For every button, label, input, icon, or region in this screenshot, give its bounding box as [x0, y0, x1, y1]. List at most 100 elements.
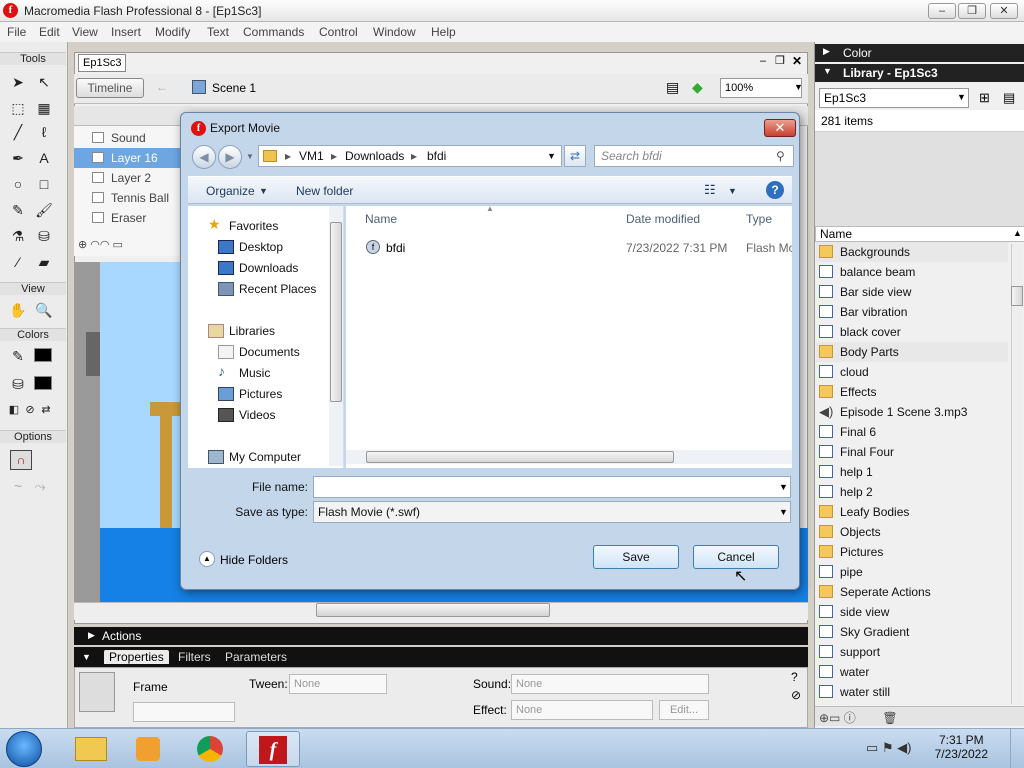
free-transform-tool-icon[interactable]: ⬚: [8, 98, 28, 118]
hand-tool-icon[interactable]: ✋: [8, 300, 28, 320]
tab-parameters[interactable]: Parameters: [225, 650, 287, 664]
start-button[interactable]: [6, 731, 42, 767]
stage-hscroll-thumb[interactable]: [316, 603, 550, 617]
library-item[interactable]: Final Four: [816, 442, 1008, 462]
maximize-button[interactable]: ❐: [958, 3, 986, 19]
accessibility-icon[interactable]: ⊘: [791, 688, 801, 702]
edit-effect-button[interactable]: Edit...: [659, 700, 709, 720]
gradient-transform-tool-icon[interactable]: ▦: [34, 98, 54, 118]
pencil-tool-icon[interactable]: ✎: [8, 200, 28, 220]
file-name-cell[interactable]: bfdi: [386, 241, 405, 255]
library-vscrollbar[interactable]: [1011, 244, 1023, 704]
library-item[interactable]: pipe: [816, 562, 1008, 582]
library-item[interactable]: black cover: [816, 322, 1008, 342]
edit-symbols-icon[interactable]: ◆: [692, 79, 703, 96]
breadcrumb-downloads[interactable]: Downloads: [345, 149, 404, 163]
rectangle-tool-icon[interactable]: □: [34, 174, 54, 194]
library-panel-header[interactable]: Library - Ep1Sc3: [815, 64, 1024, 82]
new-library-panel-icon[interactable]: ▤: [1003, 90, 1015, 106]
properties-collapse-icon[interactable]: ▼: [82, 652, 91, 662]
doc-close-icon[interactable]: ✕: [792, 54, 802, 68]
library-item[interactable]: Objects: [816, 522, 1008, 542]
timeline-button[interactable]: Timeline: [76, 78, 144, 98]
pin-library-icon[interactable]: ⊞: [979, 90, 990, 106]
organize-button[interactable]: Organize: [206, 184, 255, 198]
views-dropdown-icon[interactable]: ▼: [728, 186, 737, 196]
save-button[interactable]: Save: [593, 545, 679, 569]
library-item[interactable]: Sky Gradient: [816, 622, 1008, 642]
subselection-tool-icon[interactable]: ↖: [34, 72, 54, 92]
library-item[interactable]: Effects: [816, 382, 1008, 402]
tab-properties[interactable]: Properties: [104, 650, 169, 664]
sort-order-icon[interactable]: ▲: [1013, 228, 1022, 238]
new-folder-button[interactable]: New folder: [296, 184, 353, 198]
text-tool-icon[interactable]: A: [34, 148, 54, 168]
back-arrow-icon[interactable]: ←: [156, 80, 168, 94]
refresh-icon[interactable]: ⇄: [564, 145, 586, 167]
file-name-input[interactable]: [313, 476, 791, 498]
library-item[interactable]: balance beam: [816, 262, 1008, 282]
library-item[interactable]: water still: [816, 682, 1008, 702]
library-item[interactable]: Backgrounds: [816, 242, 1008, 262]
library-item[interactable]: Bar side view: [816, 282, 1008, 302]
frame-name-input[interactable]: [133, 702, 235, 722]
search-icon[interactable]: ⚲: [776, 149, 785, 163]
oval-tool-icon[interactable]: ○: [8, 174, 28, 194]
menu-help[interactable]: Help: [431, 25, 456, 39]
tween-select[interactable]: None: [289, 674, 387, 694]
swap-colors-icon[interactable]: ⇄: [36, 400, 56, 420]
layer-row[interactable]: Sound: [74, 128, 182, 148]
menu-control[interactable]: Control: [319, 25, 358, 39]
library-collapse-icon[interactable]: ▼: [823, 66, 832, 76]
nav-vscroll-thumb[interactable]: [330, 222, 342, 402]
edit-scene-icon[interactable]: ▤: [666, 79, 679, 96]
column-name[interactable]: Name: [365, 212, 397, 226]
eraser-tool-icon[interactable]: ▰: [34, 252, 54, 272]
nav-favorites[interactable]: ★ Favorites: [198, 216, 338, 236]
column-date-modified[interactable]: Date modified: [626, 212, 700, 226]
stroke-color-swatch[interactable]: [34, 348, 52, 362]
layer-row[interactable]: Tennis Ball: [74, 188, 182, 208]
fill-color-swatch[interactable]: [34, 376, 52, 390]
taskbar-clock[interactable]: 7:31 PM 7/23/2022: [935, 733, 988, 761]
media-player-taskbar-button[interactable]: [122, 731, 176, 767]
eyedropper-tool-icon[interactable]: ⁄: [8, 252, 28, 272]
hide-folders-icon[interactable]: ▲: [199, 551, 215, 567]
menu-file[interactable]: File: [7, 25, 26, 39]
library-item[interactable]: Bar vibration: [816, 302, 1008, 322]
doc-minimize-icon[interactable]: –: [760, 55, 766, 67]
actions-expand-icon[interactable]: ▶: [88, 630, 95, 641]
menu-edit[interactable]: Edit: [39, 25, 60, 39]
show-desktop-button[interactable]: [1010, 728, 1024, 768]
help-icon[interactable]: ?: [766, 181, 784, 199]
actions-panel-header[interactable]: Actions: [74, 627, 808, 645]
nav-libraries[interactable]: Libraries: [198, 321, 338, 341]
library-vscroll-thumb[interactable]: [1011, 286, 1023, 306]
menu-insert[interactable]: Insert: [111, 25, 141, 39]
flash-taskbar-button[interactable]: f: [246, 731, 300, 767]
lasso-tool-icon[interactable]: ℓ: [34, 122, 54, 142]
library-select-dropdown-icon[interactable]: ▼: [957, 92, 966, 102]
library-footer-icons[interactable]: ⊕▭ ⓘ 🗑: [815, 706, 1024, 726]
address-bar[interactable]: ▸ VM1 ▸ Downloads ▸ bfdi ▼: [258, 145, 562, 167]
tab-filters[interactable]: Filters: [178, 650, 211, 664]
layer-row[interactable]: Layer 16: [74, 148, 182, 168]
chrome-taskbar-button[interactable]: [184, 731, 238, 767]
save-type-select[interactable]: Flash Movie (*.swf): [313, 501, 791, 523]
column-type[interactable]: Type: [746, 212, 772, 226]
search-input[interactable]: Search bfdi: [594, 145, 794, 167]
doc-restore-icon[interactable]: ❐: [775, 54, 785, 67]
organize-dropdown-icon[interactable]: ▼: [259, 186, 268, 196]
views-icon[interactable]: ☷: [704, 182, 716, 198]
library-select[interactable]: Ep1Sc3: [819, 88, 969, 108]
back-nav-icon[interactable]: ◀: [192, 145, 216, 169]
snap-magnet-icon[interactable]: ∩: [10, 450, 32, 470]
color-expand-icon[interactable]: ▶: [823, 46, 830, 57]
breadcrumb-vm1[interactable]: VM1: [299, 149, 324, 163]
help-icon[interactable]: ?: [791, 670, 798, 684]
breadcrumb-bfdi[interactable]: bfdi: [427, 149, 446, 163]
minimize-button[interactable]: –: [928, 3, 956, 19]
hide-folders-button[interactable]: Hide Folders: [220, 553, 288, 567]
paint-bucket-tool-icon[interactable]: ⛁: [34, 226, 54, 246]
filelist-hscroll-thumb[interactable]: [366, 451, 674, 463]
